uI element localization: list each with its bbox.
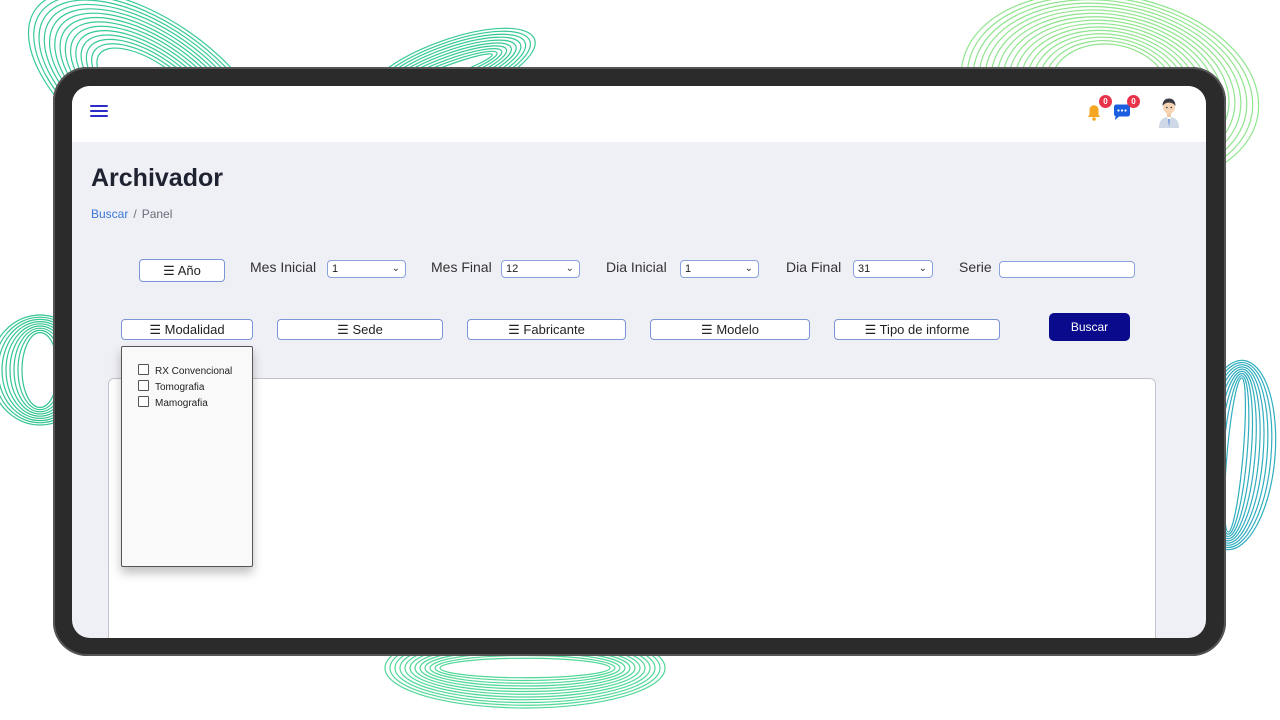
stage: 0 0 Archivador Buscar / Panel ☰ Año Mes …	[0, 0, 1280, 720]
breadcrumb-separator: /	[133, 207, 137, 221]
modelo-filter-button[interactable]: ☰ Modelo	[650, 319, 810, 340]
checkbox[interactable]	[138, 395, 149, 407]
sede-filter-button[interactable]: ☰ Sede	[277, 319, 443, 340]
dia-final-label: Dia Final	[786, 259, 842, 275]
dia-inicial-value: 1	[685, 263, 692, 275]
breadcrumb-link-buscar[interactable]: Buscar	[91, 207, 128, 221]
dia-final-value: 31	[858, 263, 871, 275]
messages-badge: 0	[1127, 95, 1140, 108]
chevron-down-icon: ⌄	[391, 263, 400, 274]
checkbox[interactable]	[138, 363, 149, 375]
hamburger-menu-icon[interactable]	[90, 103, 110, 119]
breadcrumb-current: Panel	[141, 207, 173, 221]
top-navbar: 0 0	[72, 86, 1206, 142]
modalidad-option-tomografia[interactable]: Tomografia	[122, 379, 252, 395]
user-avatar[interactable]	[1154, 94, 1184, 128]
option-label: Tomografia	[155, 381, 205, 393]
dia-final-select[interactable]: 31 ⌄	[853, 260, 933, 278]
page-title: Archivador	[91, 164, 223, 192]
dia-inicial-label: Dia Inicial	[606, 259, 667, 275]
modalidad-dropdown: RX Convencional Tomografia Mamografia	[121, 346, 253, 567]
mes-final-label: Mes Final	[431, 259, 492, 275]
chevron-down-icon: ⌄	[744, 263, 753, 274]
breadcrumb: Buscar / Panel	[91, 207, 172, 221]
checkbox[interactable]	[138, 379, 149, 391]
modalidad-filter-button[interactable]: ☰ Modalidad	[121, 319, 253, 340]
option-label: Mamografia	[155, 397, 208, 409]
mes-final-select[interactable]: 12 ⌄	[501, 260, 580, 278]
mes-inicial-label: Mes Inicial	[250, 259, 317, 275]
mes-inicial-select[interactable]: 1 ⌄	[327, 260, 406, 278]
buscar-button[interactable]: Buscar	[1049, 313, 1130, 341]
app-screen: 0 0 Archivador Buscar / Panel ☰ Año Mes …	[72, 86, 1206, 638]
mes-inicial-value: 1	[332, 263, 339, 275]
chevron-down-icon: ⌄	[918, 263, 927, 274]
option-label: RX Convencional	[155, 365, 233, 377]
notifications-button[interactable]: 0	[1080, 95, 1112, 126]
messages-button[interactable]: 0	[1108, 95, 1140, 126]
dia-inicial-select[interactable]: 1 ⌄	[680, 260, 759, 278]
tipo-informe-filter-button[interactable]: ☰ Tipo de informe	[834, 319, 1000, 340]
fabricante-filter-button[interactable]: ☰ Fabricante	[467, 319, 626, 340]
chevron-down-icon: ⌄	[565, 263, 574, 274]
serie-input[interactable]	[999, 261, 1135, 278]
results-panel	[108, 378, 1156, 638]
year-filter-button[interactable]: ☰ Año	[139, 259, 225, 282]
modalidad-option-rx-convencional[interactable]: RX Convencional	[122, 363, 252, 379]
mes-final-value: 12	[506, 263, 519, 275]
serie-label: Serie	[959, 259, 992, 275]
modalidad-option-mamografia[interactable]: Mamografia	[122, 395, 252, 411]
